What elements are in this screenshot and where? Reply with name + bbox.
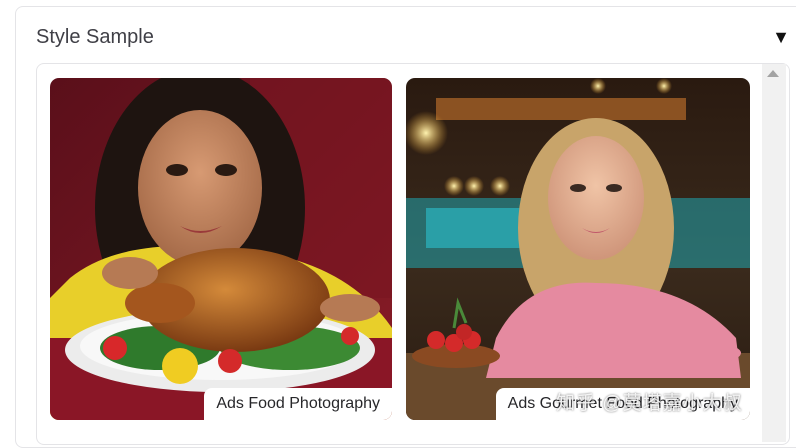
scroll-up-arrow-icon[interactable] bbox=[767, 70, 779, 77]
woman-with-roast-turkey-photo bbox=[50, 78, 392, 420]
gallery-item-caption: Ads Gourmet Food Photography bbox=[495, 388, 750, 420]
woman-with-tomatoes-photo bbox=[406, 78, 750, 420]
panel-title: Style Sample bbox=[36, 25, 154, 48]
gallery-item-gourmet-food-photography[interactable]: Ads Gourmet Food Photography bbox=[406, 78, 750, 420]
panel-header[interactable]: Style Sample ▼ bbox=[36, 25, 790, 49]
collapse-toggle-icon[interactable]: ▼ bbox=[772, 27, 790, 48]
gallery-item-food-photography[interactable]: Ads Food Photography bbox=[50, 78, 392, 420]
gallery-item-caption: Ads Food Photography bbox=[204, 388, 392, 420]
vertical-scrollbar[interactable] bbox=[762, 64, 786, 442]
image-gallery: Ads Food Photography Ads Gourmet Food Ph… bbox=[36, 63, 790, 445]
